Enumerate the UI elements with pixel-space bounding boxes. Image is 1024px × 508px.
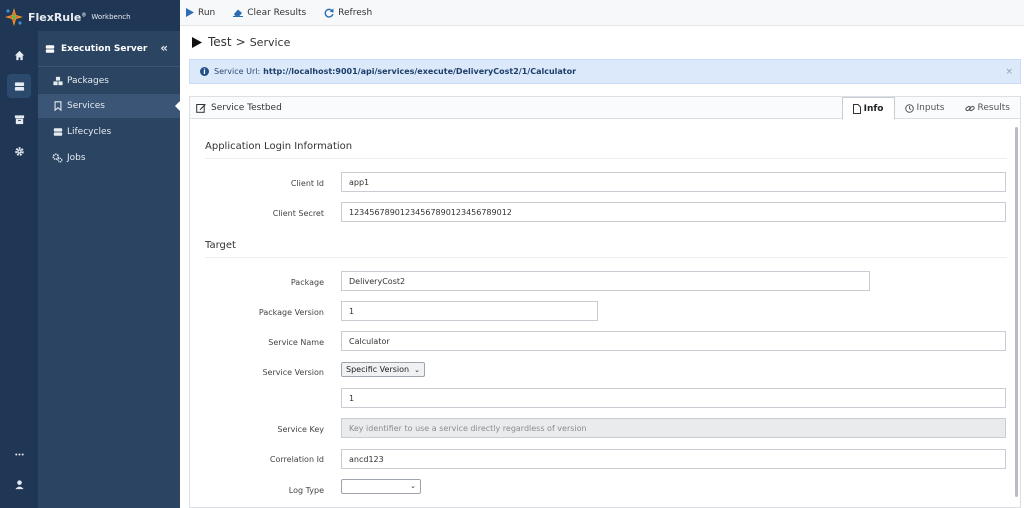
home-icon[interactable]: [7, 43, 31, 67]
service-version-select[interactable]: Specific Version ⌄: [341, 362, 425, 377]
service-key-field: Key identifier to use a service directly…: [341, 418, 1006, 438]
nav-panel: Execution Server « Packages Services Lif…: [38, 31, 180, 508]
lifecycles-icon: [52, 127, 63, 138]
eraser-icon: [233, 8, 244, 17]
divider: [205, 158, 1007, 159]
breadcrumb: Test > Service: [192, 34, 290, 50]
service-url[interactable]: http://localhost:9001/api/services/execu…: [263, 67, 576, 76]
play-icon: [192, 36, 202, 48]
clear-results-button[interactable]: Clear Results: [233, 8, 306, 18]
testbed-header: Service Testbed Info Inputs Results: [190, 97, 1021, 120]
client-secret-field[interactable]: 12345678901234567890123456789012: [341, 202, 1006, 222]
document-icon: [852, 103, 861, 114]
correlation-id-field[interactable]: ancd123: [341, 449, 1006, 469]
nav-item-label: Jobs: [67, 153, 86, 163]
collapse-icon[interactable]: «: [160, 41, 168, 55]
service-version-label: Service Version: [262, 368, 324, 377]
client-id-label: Client Id: [290, 179, 324, 188]
close-icon[interactable]: ×: [1005, 67, 1013, 77]
service-name-field[interactable]: Calculator: [341, 331, 1006, 351]
chevron-down-icon: ⌄: [410, 482, 416, 490]
service-name-label: Service Name: [268, 338, 324, 347]
package-version-field[interactable]: 1: [341, 301, 598, 321]
archive-icon[interactable]: [7, 107, 31, 131]
server-icon[interactable]: [7, 74, 31, 98]
nav-item-label: Lifecycles: [67, 127, 112, 137]
packages-icon: [52, 76, 63, 87]
gear-icon[interactable]: [7, 139, 31, 163]
play-icon: [186, 8, 194, 17]
nav-header: Execution Server «: [38, 31, 180, 67]
run-button[interactable]: Run: [186, 8, 215, 18]
nav-item-lifecycles[interactable]: Lifecycles: [38, 120, 180, 144]
testbed-tabs: Info Inputs Results: [841, 97, 1021, 120]
package-version-label: Package Version: [258, 308, 324, 317]
correlation-id-label: Correlation Id: [269, 455, 324, 464]
package-field[interactable]: DeliveryCost2: [341, 271, 870, 291]
nav-item-label: Services: [67, 101, 105, 111]
service-url-banner: i Service Url: http://localhost:9001/api…: [189, 59, 1021, 84]
scrollbar[interactable]: [1015, 127, 1018, 497]
server-icon: [45, 44, 55, 54]
toolbar: Run Clear Results Refresh: [180, 0, 1024, 26]
breadcrumb-leaf: Service: [249, 35, 291, 49]
logo-icon: [4, 7, 24, 27]
refresh-icon: [324, 8, 334, 18]
breadcrumb-root[interactable]: Test: [208, 35, 232, 49]
log-type-select[interactable]: ⌄: [341, 479, 421, 494]
chevron-down-icon: ⌄: [414, 365, 420, 374]
nav-header-label: Execution Server: [61, 43, 148, 54]
package-label: Package: [290, 278, 324, 287]
nav-item-label: Packages: [67, 76, 109, 86]
divider: [205, 257, 1007, 258]
nav-item-jobs[interactable]: Jobs: [38, 146, 180, 170]
brand-name: FlexRule®: [28, 10, 87, 24]
edit-icon: [196, 103, 206, 113]
tab-info[interactable]: Info: [841, 97, 895, 120]
nav-item-services[interactable]: Services: [38, 94, 180, 118]
more-icon[interactable]: [7, 442, 31, 466]
logo[interactable]: FlexRule® Workbench: [4, 7, 131, 27]
info-icon: i: [200, 67, 209, 76]
jobs-icon: [52, 153, 63, 164]
log-type-label: Log Type: [288, 486, 324, 495]
breadcrumb-separator: >: [235, 35, 246, 49]
service-url-label: Service Url:: [214, 67, 261, 76]
client-secret-label: Client Secret: [272, 209, 324, 218]
bookmark-icon: [52, 101, 63, 112]
client-id-field[interactable]: app1: [341, 172, 1006, 192]
refresh-button[interactable]: Refresh: [324, 8, 372, 18]
brand-suffix: Workbench: [91, 13, 131, 21]
user-icon[interactable]: [7, 472, 31, 496]
clock-icon: [904, 103, 914, 113]
brand-bar: FlexRule® Workbench: [0, 0, 180, 31]
service-testbed-card: Service Testbed Info Inputs Results Appl…: [189, 96, 1021, 508]
target-section-title: Target: [205, 240, 236, 251]
nav-item-packages[interactable]: Packages: [38, 69, 180, 93]
tab-inputs[interactable]: Inputs: [895, 97, 955, 119]
link-icon: [964, 104, 975, 113]
service-key-label: Service Key: [277, 425, 324, 434]
login-section-title: Application Login Information: [205, 141, 353, 152]
testbed-title: Service Testbed: [211, 102, 282, 113]
service-version-field[interactable]: 1: [341, 388, 1006, 408]
tab-results[interactable]: Results: [955, 97, 1021, 119]
